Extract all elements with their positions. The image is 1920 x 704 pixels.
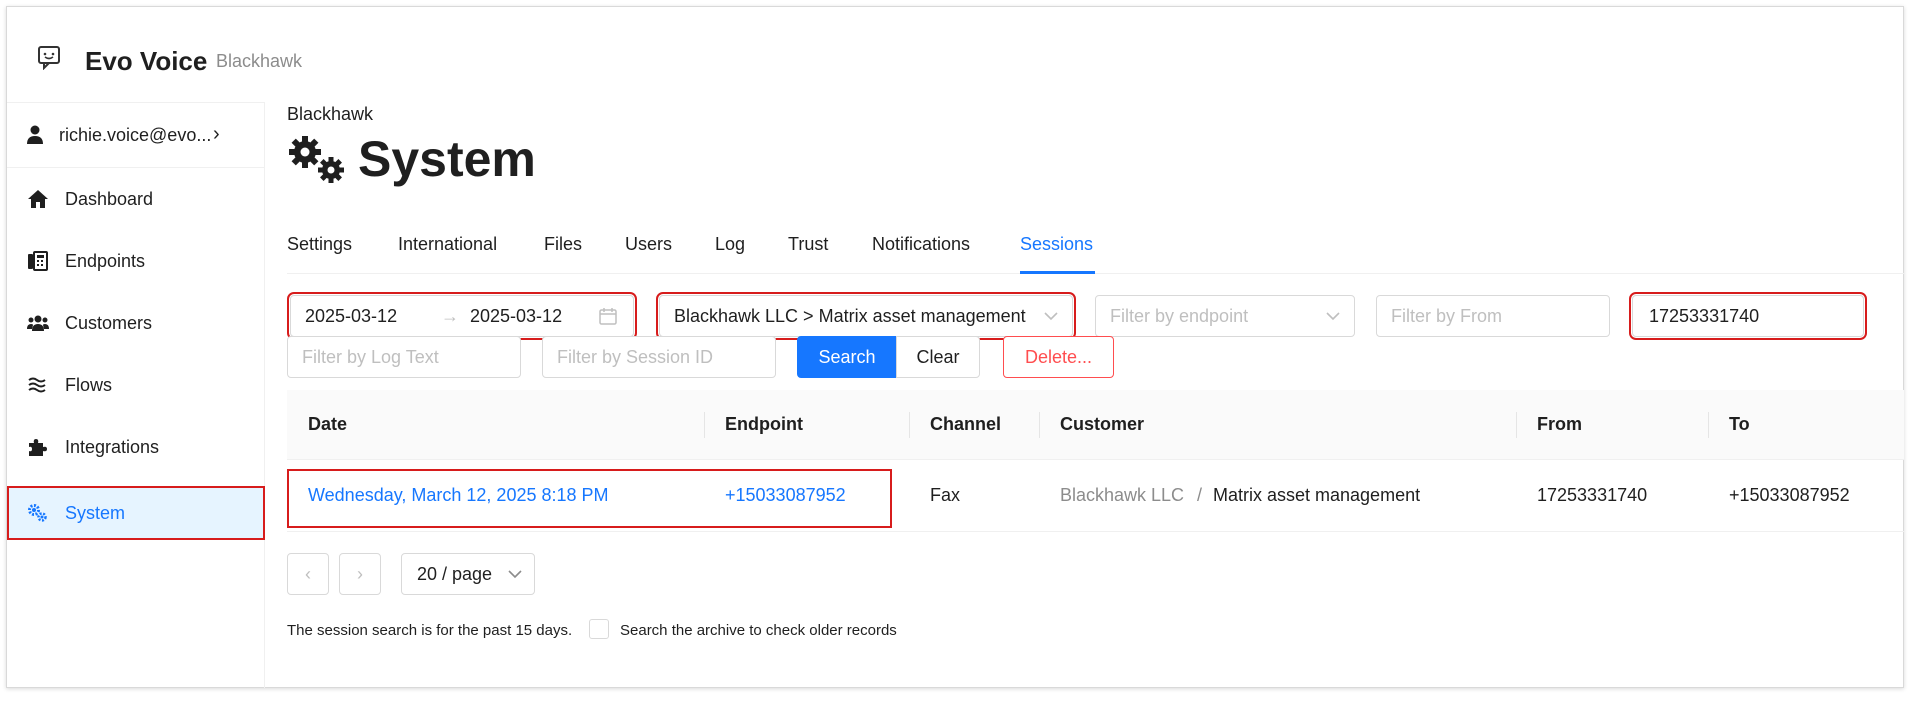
clear-button[interactable]: Clear bbox=[896, 336, 980, 378]
log-text-input[interactable]: Filter by Log Text bbox=[287, 336, 521, 378]
user-icon bbox=[27, 125, 43, 144]
highlight-box bbox=[287, 469, 892, 528]
phone-endpoints-icon bbox=[28, 251, 48, 271]
archive-checkbox-label[interactable]: Search the archive to check older record… bbox=[620, 622, 897, 639]
sidebar-item-label: Dashboard bbox=[65, 189, 154, 209]
user-menu[interactable]: richie.voice@evo... › bbox=[7, 102, 265, 168]
sidebar-item-integrations[interactable]: Integrations bbox=[7, 420, 265, 474]
tab-notifications[interactable]: Notifications bbox=[872, 234, 970, 255]
sidebar-item-flows[interactable]: Flows bbox=[7, 358, 265, 412]
from-cell: 17253331740 bbox=[1537, 485, 1648, 505]
tab-trust[interactable]: Trust bbox=[788, 234, 828, 255]
sidebar-item-label: System bbox=[65, 503, 126, 523]
chat-bubble-icon bbox=[38, 46, 60, 70]
sidebar-item-system[interactable]: System bbox=[7, 486, 265, 540]
gears-icon bbox=[28, 504, 47, 522]
column-header-to[interactable]: To bbox=[1729, 414, 1750, 435]
puzzle-icon bbox=[29, 439, 47, 456]
column-divider bbox=[1039, 412, 1040, 438]
table-header: Date Endpoint Channel Customer From To bbox=[287, 390, 1904, 460]
sidebar-item-endpoints[interactable]: Endpoints bbox=[7, 234, 265, 288]
to-cell: +15033087952 bbox=[1729, 485, 1850, 505]
tab-files[interactable]: Files bbox=[544, 234, 582, 255]
column-divider bbox=[909, 412, 910, 438]
page-size-value: 20 / page bbox=[417, 564, 493, 584]
customer-select[interactable]: Blackhawk LLC > Matrix asset management bbox=[656, 292, 1076, 340]
log-text-placeholder: Filter by Log Text bbox=[302, 347, 439, 367]
sidebar: richie.voice@evo... › Dashboard Endpoint… bbox=[7, 102, 265, 688]
app-header: Evo Voice Blackhawk bbox=[6, 8, 1904, 100]
session-id-placeholder: Filter by Session ID bbox=[557, 347, 714, 367]
chevron-down-icon bbox=[508, 570, 522, 579]
app-subtitle: Blackhawk bbox=[216, 51, 303, 71]
tab-settings[interactable]: Settings bbox=[287, 234, 352, 255]
delete-button[interactable]: Delete... bbox=[1003, 336, 1114, 378]
endpoint-select[interactable]: Filter by endpoint bbox=[1095, 295, 1355, 337]
app-title: Evo Voice bbox=[85, 46, 208, 76]
calendar-icon bbox=[599, 308, 617, 325]
date-range-picker[interactable]: 2025-03-12 → 2025-03-12 bbox=[287, 292, 637, 340]
user-email: richie.voice@evo... bbox=[59, 125, 212, 145]
sidebar-item-customers[interactable]: Customers bbox=[7, 296, 265, 350]
session-search-note: The session search is for the past 15 da… bbox=[287, 622, 573, 639]
page-size-select[interactable]: 20 / page bbox=[401, 553, 535, 595]
column-header-date[interactable]: Date bbox=[308, 414, 347, 435]
users-icon bbox=[27, 315, 49, 331]
tab-bar: Settings International Files Users Log T… bbox=[287, 224, 1904, 274]
customer-parent-link[interactable]: Blackhawk LLC bbox=[1060, 485, 1184, 506]
home-icon bbox=[28, 190, 48, 208]
column-divider bbox=[1708, 412, 1709, 438]
gears-icon bbox=[289, 136, 344, 183]
active-tab-indicator bbox=[1020, 271, 1095, 274]
prev-page-button[interactable]: ‹ bbox=[287, 553, 329, 595]
search-button[interactable]: Search bbox=[797, 336, 897, 378]
page-title: System bbox=[358, 131, 536, 187]
chevron-down-icon bbox=[1326, 312, 1340, 321]
date-start[interactable]: 2025-03-12 bbox=[305, 306, 397, 327]
column-header-customer[interactable]: Customer bbox=[1060, 414, 1144, 435]
tab-international[interactable]: International bbox=[398, 234, 497, 255]
customer-child-link[interactable]: Matrix asset management bbox=[1213, 485, 1420, 506]
date-end[interactable]: 2025-03-12 bbox=[470, 306, 562, 327]
endpoint-placeholder: Filter by endpoint bbox=[1110, 306, 1249, 326]
column-divider bbox=[1516, 412, 1517, 438]
sidebar-item-label: Endpoints bbox=[65, 251, 146, 271]
sidebar-item-dashboard[interactable]: Dashboard bbox=[7, 172, 265, 226]
chevron-right-icon: › bbox=[213, 123, 220, 145]
tab-sessions[interactable]: Sessions bbox=[1020, 234, 1093, 255]
arrow-right-icon: → bbox=[441, 306, 459, 326]
sidebar-item-label: Integrations bbox=[65, 437, 160, 457]
flows-icon bbox=[28, 377, 46, 393]
chevron-down-icon bbox=[1044, 312, 1058, 321]
channel-cell: Fax bbox=[930, 485, 961, 505]
column-divider bbox=[704, 412, 705, 438]
to-filter-input[interactable]: 17253331740 bbox=[1629, 292, 1867, 340]
column-header-channel[interactable]: Channel bbox=[930, 414, 1001, 435]
column-header-from[interactable]: From bbox=[1537, 414, 1582, 435]
from-placeholder: Filter by From bbox=[1391, 306, 1503, 326]
next-page-button[interactable]: › bbox=[339, 553, 381, 595]
session-id-input[interactable]: Filter by Session ID bbox=[542, 336, 776, 378]
tab-users[interactable]: Users bbox=[625, 234, 672, 255]
sidebar-item-label: Customers bbox=[65, 313, 153, 333]
to-filter-value: 17253331740 bbox=[1649, 306, 1760, 326]
from-filter-input[interactable]: Filter by From bbox=[1376, 295, 1610, 337]
sidebar-item-label: Flows bbox=[65, 375, 113, 395]
tab-log[interactable]: Log bbox=[715, 234, 745, 255]
archive-checkbox[interactable] bbox=[589, 619, 609, 639]
column-header-endpoint[interactable]: Endpoint bbox=[725, 414, 803, 435]
customer-separator: / bbox=[1197, 485, 1203, 505]
customer-select-value: Blackhawk LLC > Matrix asset management bbox=[674, 306, 1026, 326]
breadcrumb: Blackhawk bbox=[287, 104, 374, 124]
